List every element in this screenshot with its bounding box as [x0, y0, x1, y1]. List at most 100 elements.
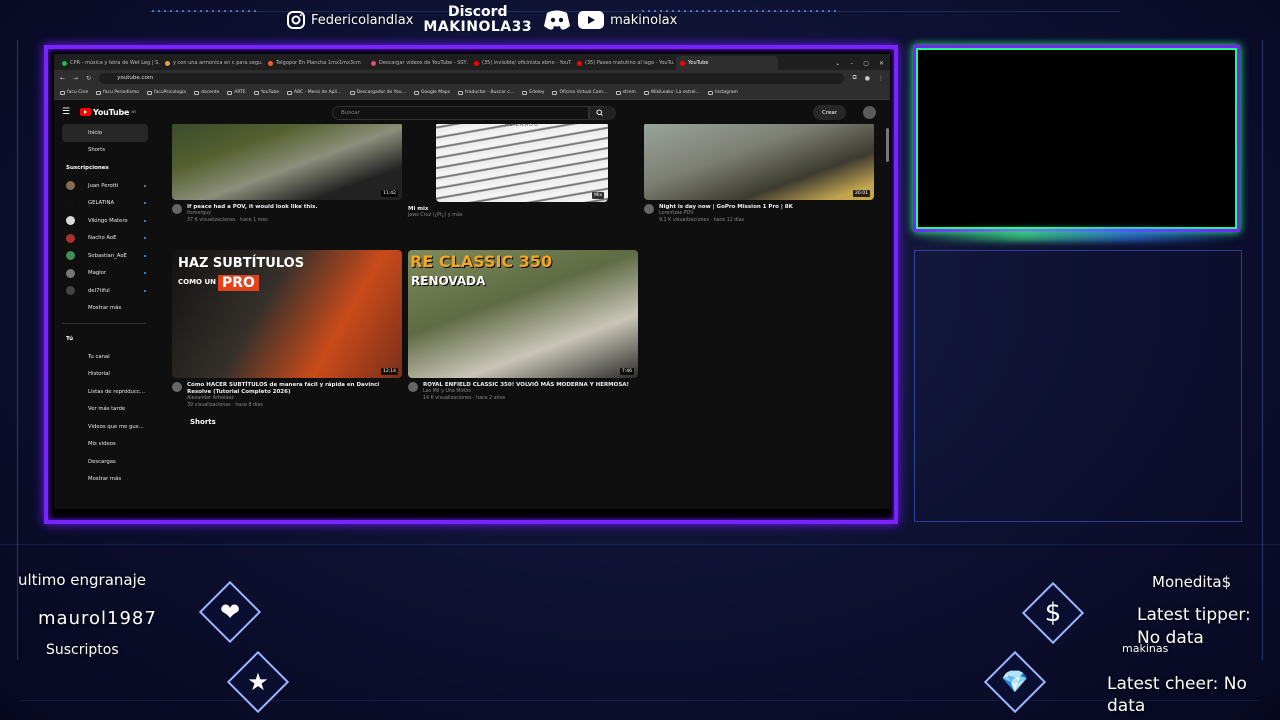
video-stats: 37 K visualizaciones · hace 1 mes — [187, 217, 268, 223]
sidebar-item-subscription[interactable]: GELATINA — [54, 195, 154, 213]
tab-2[interactable]: Telgopor En Plancha 1mx1mx3cm — [264, 56, 366, 70]
tab-3[interactable]: Descargar videos de YouTube - SSY… — [367, 56, 469, 70]
video-thumbnail[interactable]: ALIENADO Mix — [436, 124, 608, 202]
channel-avatar[interactable] — [408, 382, 418, 392]
tab-dropdown-icon[interactable]: ⌄ — [835, 60, 840, 67]
maximize-icon[interactable]: ▢ — [863, 60, 869, 67]
channel-avatar[interactable] — [644, 204, 654, 214]
sidebar-item-you[interactable]: Videos que me gus… — [54, 418, 154, 436]
search-input[interactable]: Buscar — [332, 106, 589, 120]
bookmark-item[interactable]: ARTE — [227, 90, 246, 95]
sidebar-item-subscription[interactable]: Maglor — [54, 265, 154, 283]
close-icon[interactable]: ✕ — [879, 60, 884, 67]
sidebar-item-show-more[interactable]: Mostrar más — [54, 300, 154, 318]
create-button[interactable]: Crear — [813, 105, 846, 120]
folder-icon — [413, 90, 419, 95]
avatar[interactable] — [863, 106, 876, 119]
extensions-icon[interactable]: ⧉ — [852, 74, 856, 82]
sidebar-item-you[interactable]: Tu canal — [54, 348, 154, 366]
tab-5[interactable]: (35) Paseo matutino al lago - YouTu… — [573, 56, 675, 70]
folder-icon — [253, 90, 259, 95]
youtube-logo[interactable]: YouTube AR — [80, 108, 136, 117]
sidebar-item-you[interactable]: Mis videos — [54, 436, 154, 454]
sidebar-item-subscription[interactable]: del7tiful — [54, 282, 154, 300]
menu-icon[interactable]: ⋮ — [878, 75, 884, 82]
hamburger-icon[interactable]: ☰ — [62, 107, 80, 117]
folder-icon — [96, 90, 102, 95]
folder-icon — [643, 90, 649, 95]
bookmark-item[interactable]: docente — [194, 90, 219, 95]
sidebar-item-label: Mis videos — [88, 441, 116, 448]
sidebar-item-you[interactable]: Listas de reproducc… — [54, 383, 154, 401]
sidebar-item-subscription[interactable]: Nacho AoE — [54, 230, 154, 248]
bookmark-item[interactable]: Descargador de You… — [349, 90, 406, 95]
channel-name[interactable]: itsmerguy — [187, 211, 318, 218]
channel-name[interactable]: Jaws Cruz (¿Pt¿) y más — [408, 213, 462, 220]
bookmark-item[interactable]: facuPsicologia — [147, 90, 186, 95]
video-card[interactable]: ALIENADO Mix Mi mix Jaws Cruz (¿Pt¿) y más — [408, 124, 638, 220]
sidebar-item-you[interactable]: Mostrar más — [54, 471, 154, 489]
video-card[interactable]: RE CLASSIC 350 RENOVADA 7:46 ROYAL ENFIELD … — [408, 250, 638, 403]
currency-label: Monedita$ — [1152, 573, 1232, 591]
tab-1[interactable]: y con una armonica en c para segu… — [161, 56, 263, 70]
video-title[interactable]: Cómo HACER SUBTÍTULOS de manera fácil y … — [187, 382, 402, 396]
tab-0[interactable]: CPR - música y letra de Wet Leg | S… — [58, 56, 160, 70]
bookmark-item[interactable]: Instagram — [708, 90, 738, 95]
tab-title: y con una armonica en c para segu… — [173, 60, 263, 66]
bookmark-item[interactable]: ABC - Menú de Apli… — [287, 90, 342, 95]
forward-icon[interactable]: → — [73, 75, 78, 82]
bookmark-item[interactable]: Google Maps — [413, 90, 450, 95]
sidebar-item-label: Videos que me gus… — [88, 423, 144, 430]
video-thumbnail[interactable]: 11:42 — [172, 124, 402, 200]
video-card[interactable]: 26:01 Night is day now | GoPro Mission 1 … — [644, 124, 874, 225]
sidebar-item-shorts[interactable]: Shorts — [54, 142, 154, 160]
new-content-dot — [144, 289, 146, 292]
video-thumbnail[interactable]: RE CLASSIC 350 RENOVADA 7:46 — [408, 250, 638, 378]
sidebar-item-subscription[interactable]: Vikingo Matero — [54, 212, 154, 230]
tab-4[interactable]: (35) invisible/ oficinista ebrio - YouT… — [470, 56, 572, 70]
video-thumbnail[interactable]: HAZ SUBTÍTULOS COMO UN PRO 12:14 — [172, 250, 402, 378]
channel-name[interactable]: Lorentzas POV — [659, 211, 793, 218]
url-field[interactable]: youtube.com — [99, 72, 845, 84]
back-icon[interactable]: ← — [60, 75, 65, 82]
channel-avatar[interactable] — [172, 382, 182, 392]
reload-icon[interactable]: ↻ — [86, 75, 91, 82]
sidebar-item-subscription[interactable]: Juan Perotti — [54, 177, 154, 195]
channel-name[interactable]: Las Mil y Una Motos — [423, 389, 629, 396]
bookmark-item[interactable]: xtrem — [615, 90, 636, 95]
bookmark-item[interactable]: facu Cine — [60, 90, 88, 95]
sidebar-item-label: Sebastian_AoE — [88, 252, 127, 259]
webcam-glow — [913, 228, 1240, 242]
sidebar-item-you[interactable]: Descargas — [54, 453, 154, 471]
video-card[interactable]: 11:42 If peace had a POV, it would look l… — [172, 124, 402, 225]
voice-search-button[interactable] — [602, 106, 616, 120]
bookmark-item[interactable]: WikiLeaks: La estrel… — [643, 90, 700, 95]
new-content-dot — [144, 237, 146, 240]
bookmark-item[interactable]: traductor - Buscar c… — [458, 90, 514, 95]
bookmark-item[interactable]: facu Periodismo — [96, 90, 139, 95]
bookmark-item[interactable]: Edeley — [522, 90, 544, 95]
bookmark-label: Instagram — [715, 90, 738, 95]
tab-favicon-icon — [680, 60, 685, 66]
sidebar-item-you[interactable]: Ver más tarde — [54, 401, 154, 419]
you-header[interactable]: Tú — [54, 330, 154, 348]
channel-name[interactable]: Alexander Arbeláez — [187, 396, 402, 403]
minimize-icon[interactable]: – — [850, 60, 853, 67]
youtube-region: AR — [131, 110, 136, 114]
video-card[interactable]: HAZ SUBTÍTULOS COMO UN PRO 12:14 Cómo HACER … — [172, 250, 402, 410]
bookmark-item[interactable]: Oficina Virtual Cam… — [552, 90, 608, 95]
profile-icon[interactable]: ● — [865, 75, 870, 82]
channel-avatar[interactable] — [172, 204, 182, 214]
bookmark-item[interactable]: YouTube — [253, 90, 279, 95]
instagram-icon — [285, 9, 307, 31]
sidebar-item-you[interactable]: Historial — [54, 366, 154, 384]
tab-6[interactable]: YouTube — [676, 56, 778, 70]
sidebar-item-subscription[interactable]: Sebastian_AoE — [54, 247, 154, 265]
new-content-dot — [144, 272, 146, 275]
video-stats: 9,2 K visualizaciones · hace 12 días — [659, 217, 745, 223]
video-thumbnail[interactable]: 26:01 — [644, 124, 874, 200]
sidebar-item-label: Ver más tarde — [88, 406, 126, 413]
scrollbar[interactable] — [886, 128, 889, 162]
sidebar-item-home[interactable]: Inicio — [62, 124, 148, 142]
subscriptions-header[interactable]: Suscripciones — [54, 159, 154, 177]
